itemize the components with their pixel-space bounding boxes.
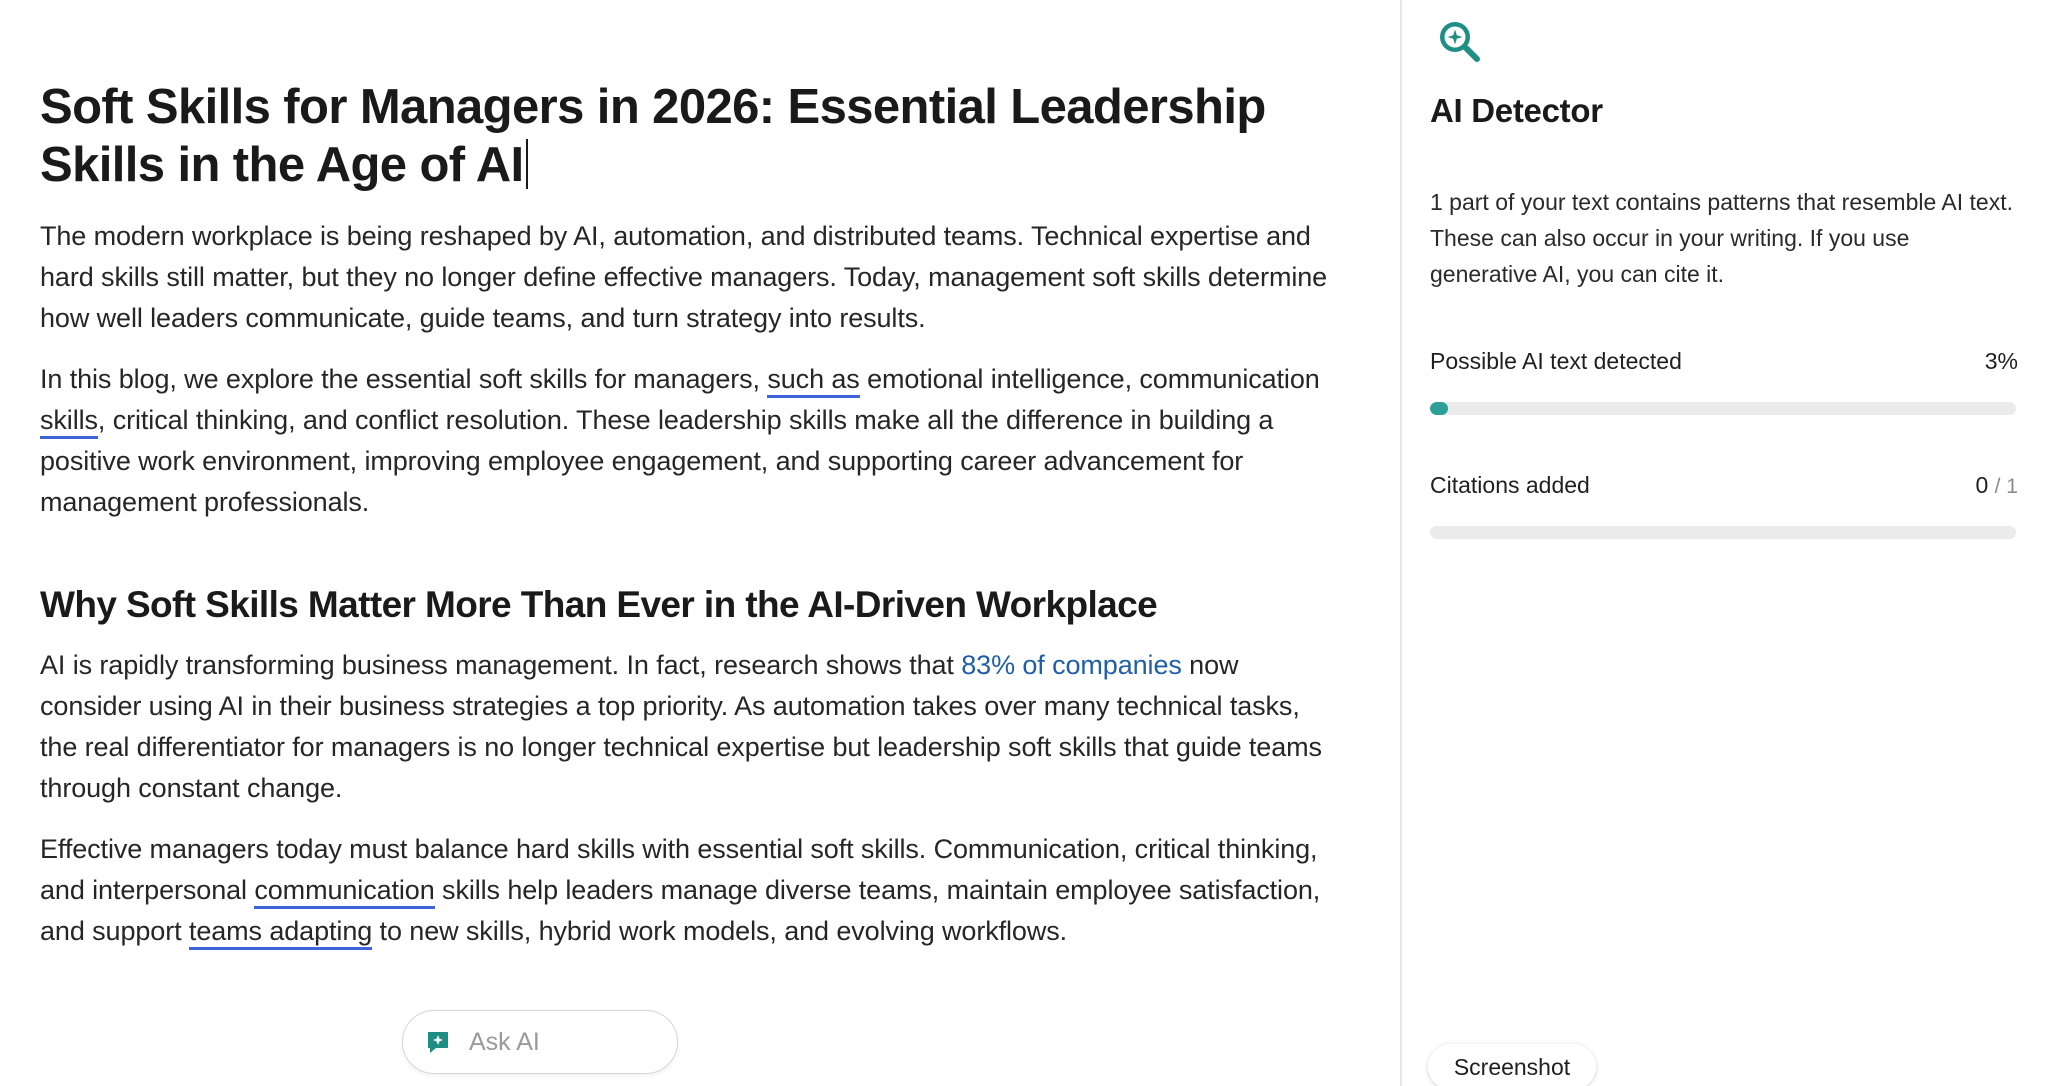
suggestion-underline-skills[interactable]: skills	[40, 405, 98, 439]
sparkle-chat-icon	[423, 1027, 453, 1057]
document-title[interactable]: Soft Skills for Managers in 2026: Essent…	[40, 78, 1310, 194]
ai-text-progress-fill	[1430, 402, 1448, 415]
text-segment: AI is rapidly transforming business mana…	[40, 650, 962, 680]
text-segment: to new skills, hybrid work models, and e…	[372, 916, 1068, 946]
text-segment: emotional intelligence, communication	[859, 364, 1320, 394]
ai-text-metric: Possible AI text detected 3%	[1430, 348, 2018, 375]
editor[interactable]: Soft Skills for Managers in 2026: Essent…	[0, 0, 1400, 1086]
paragraph-blog-overview[interactable]: In this blog, we explore the essential s…	[40, 359, 1340, 523]
paragraph-intro[interactable]: The modern workplace is being reshaped b…	[40, 216, 1340, 339]
text-segment: In this blog, we explore the essential s…	[40, 364, 768, 394]
paragraph-effective-managers[interactable]: Effective managers today must balance ha…	[40, 829, 1340, 952]
citations-progress-bar	[1430, 526, 2016, 539]
panel-description: 1 part of your text contains patterns th…	[1430, 189, 2013, 287]
ask-ai-placeholder: Ask AI	[469, 1027, 540, 1056]
ask-ai-button[interactable]: Ask AI	[402, 1010, 678, 1074]
citations-count: 0	[1975, 472, 1989, 498]
ai-detector-search-icon	[1436, 18, 1482, 64]
suggestion-underline-teams-adapting[interactable]: teams adapting	[188, 916, 372, 950]
document-body[interactable]: Soft Skills for Managers in 2026: Essent…	[40, 78, 1340, 952]
ai-detector-panel: AI Detector 1 part of your text contains…	[1402, 0, 2048, 1086]
text-segment: , critical thinking, and conflict resolu…	[40, 405, 1274, 517]
panel-title: AI Detector	[1430, 92, 1603, 129]
app-window: Soft Skills for Managers in 2026: Essent…	[0, 0, 2048, 1086]
paragraph-ai-transforming[interactable]: AI is rapidly transforming business mana…	[40, 645, 1340, 809]
companies-stat-link[interactable]: 83% of companies	[961, 650, 1182, 680]
suggestion-underline-communication[interactable]: communication	[254, 875, 435, 909]
section-heading[interactable]: Why Soft Skills Matter More Than Ever in…	[40, 581, 1340, 629]
citations-metric: Citations added 0 / 1	[1430, 472, 2018, 499]
document-title-text[interactable]: Soft Skills for Managers in 2026: Essent…	[40, 80, 1266, 192]
ai-text-percentage: 3%	[1984, 348, 2018, 374]
ai-text-label: Possible AI text detected	[1430, 348, 1682, 374]
ai-text-progress-bar	[1430, 402, 2016, 415]
citations-total: / 1	[1994, 475, 2018, 498]
suggestion-underline-such-as[interactable]: such as	[767, 364, 860, 398]
citations-count-wrapper: 0 / 1	[1975, 472, 2018, 499]
screenshot-button[interactable]: Screenshot	[1428, 1044, 1596, 1086]
citations-label: Citations added	[1430, 472, 1590, 498]
text-cursor	[525, 139, 528, 189]
